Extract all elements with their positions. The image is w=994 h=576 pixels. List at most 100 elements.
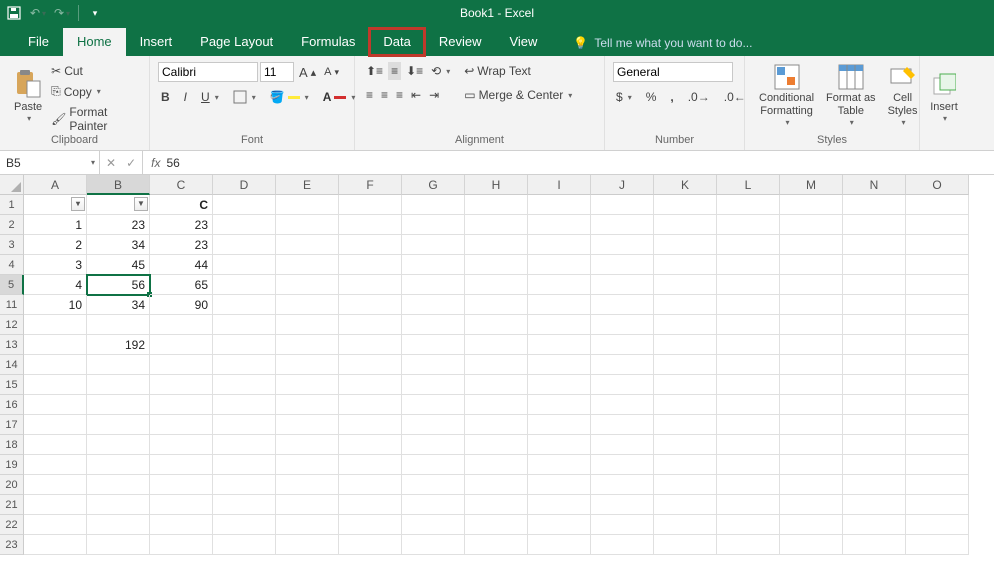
cell[interactable] <box>402 315 465 335</box>
cell[interactable] <box>402 275 465 295</box>
cell[interactable] <box>591 535 654 555</box>
cell[interactable] <box>24 415 87 435</box>
cell[interactable] <box>591 435 654 455</box>
align-top-button[interactable]: ⬆≡ <box>363 62 386 80</box>
cell[interactable] <box>843 515 906 535</box>
cell[interactable] <box>150 435 213 455</box>
border-button[interactable]: ▾ <box>230 88 259 106</box>
orientation-button[interactable]: ⟲▾ <box>428 62 453 80</box>
enter-icon[interactable]: ✓ <box>126 156 136 170</box>
cell[interactable] <box>591 495 654 515</box>
row-header[interactable]: 22 <box>0 515 24 535</box>
cell[interactable] <box>717 275 780 295</box>
cell[interactable]: A▾ <box>24 195 87 215</box>
cell[interactable] <box>276 495 339 515</box>
cell[interactable] <box>780 235 843 255</box>
cell[interactable] <box>591 255 654 275</box>
cell[interactable] <box>654 335 717 355</box>
cell[interactable] <box>87 395 150 415</box>
cell[interactable] <box>528 355 591 375</box>
cell[interactable] <box>528 215 591 235</box>
formula-input[interactable]: fx 56 <box>143 151 994 174</box>
cell[interactable] <box>339 335 402 355</box>
cell[interactable]: 23 <box>150 235 213 255</box>
cell[interactable] <box>906 255 969 275</box>
column-header[interactable]: K <box>654 175 717 195</box>
row-header[interactable]: 16 <box>0 395 24 415</box>
cell[interactable] <box>213 315 276 335</box>
cell[interactable] <box>339 435 402 455</box>
cell[interactable] <box>150 395 213 415</box>
cell[interactable]: 23 <box>87 215 150 235</box>
cell[interactable]: 2 <box>24 235 87 255</box>
cell[interactable] <box>843 255 906 275</box>
cell[interactable] <box>465 515 528 535</box>
accounting-format-button[interactable]: $▾ <box>613 88 635 106</box>
cell[interactable] <box>843 315 906 335</box>
cell[interactable] <box>717 475 780 495</box>
cell[interactable] <box>528 255 591 275</box>
cell[interactable] <box>213 195 276 215</box>
cell[interactable] <box>654 355 717 375</box>
tab-insert[interactable]: Insert <box>126 28 187 56</box>
cell[interactable] <box>906 295 969 315</box>
cell[interactable] <box>339 455 402 475</box>
cell[interactable]: 44 <box>150 255 213 275</box>
cell[interactable] <box>843 375 906 395</box>
row-header[interactable]: 15 <box>0 375 24 395</box>
align-left-button[interactable]: ≡ <box>363 86 376 104</box>
column-header[interactable]: C <box>150 175 213 195</box>
customize-qat-icon[interactable]: ▾ <box>87 5 103 21</box>
cell[interactable] <box>843 535 906 555</box>
row-header[interactable]: 11 <box>0 295 24 315</box>
align-middle-button[interactable]: ≡ <box>388 62 401 80</box>
cell[interactable] <box>465 355 528 375</box>
column-header[interactable]: A <box>24 175 87 195</box>
cell[interactable] <box>402 335 465 355</box>
undo-icon[interactable]: ↶▾ <box>30 5 46 21</box>
cell[interactable] <box>654 435 717 455</box>
cell[interactable] <box>276 375 339 395</box>
font-size-input[interactable] <box>260 62 294 82</box>
cell[interactable] <box>276 315 339 335</box>
cell[interactable] <box>213 515 276 535</box>
cell[interactable] <box>591 515 654 535</box>
cell[interactable] <box>906 515 969 535</box>
cell[interactable]: 45 <box>87 255 150 275</box>
fill-color-button[interactable]: 🪣▾ <box>267 88 312 106</box>
save-icon[interactable] <box>6 5 22 21</box>
cell[interactable] <box>276 455 339 475</box>
cell[interactable] <box>24 315 87 335</box>
cell[interactable] <box>528 235 591 255</box>
cell[interactable] <box>150 535 213 555</box>
row-header[interactable]: 12 <box>0 315 24 335</box>
cell[interactable] <box>150 475 213 495</box>
cell[interactable] <box>213 275 276 295</box>
cell[interactable] <box>843 495 906 515</box>
cell[interactable] <box>276 415 339 435</box>
cell[interactable] <box>339 395 402 415</box>
cut-button[interactable]: ✂Cut <box>48 62 141 80</box>
cell[interactable] <box>717 235 780 255</box>
row-header[interactable]: 18 <box>0 435 24 455</box>
cell[interactable] <box>276 435 339 455</box>
cell[interactable] <box>339 495 402 515</box>
row-header[interactable]: 2 <box>0 215 24 235</box>
cell[interactable] <box>24 435 87 455</box>
column-header[interactable]: M <box>780 175 843 195</box>
align-center-button[interactable]: ≡ <box>378 86 391 104</box>
cell[interactable] <box>717 455 780 475</box>
cell[interactable] <box>213 435 276 455</box>
cell[interactable] <box>24 375 87 395</box>
cell[interactable] <box>276 195 339 215</box>
cell[interactable] <box>717 335 780 355</box>
cell[interactable] <box>276 355 339 375</box>
cell[interactable] <box>276 255 339 275</box>
paste-button[interactable]: Paste▾ <box>8 60 48 130</box>
cell[interactable] <box>780 495 843 515</box>
cell[interactable] <box>528 395 591 415</box>
cell[interactable] <box>87 415 150 435</box>
cell[interactable] <box>717 315 780 335</box>
cell[interactable] <box>528 495 591 515</box>
cell[interactable] <box>402 535 465 555</box>
